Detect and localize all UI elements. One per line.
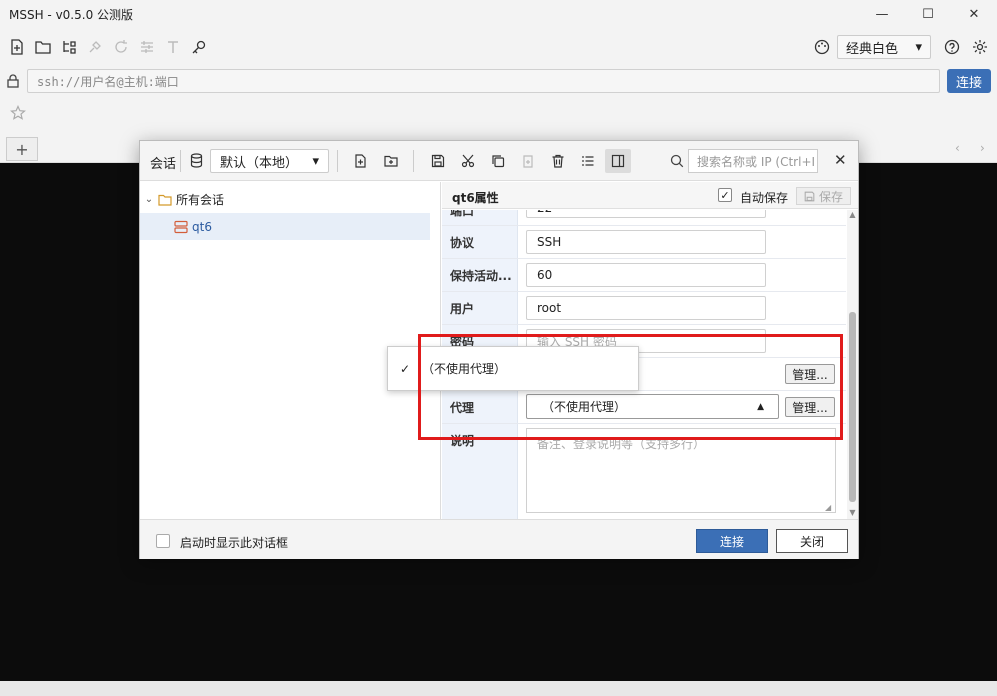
note-textarea[interactable]: 备注、登录说明等（支持多行） bbox=[526, 428, 836, 513]
minimize-button[interactable]: — bbox=[859, 0, 905, 28]
window-controls: — ☐ ✕ bbox=[859, 0, 997, 28]
autosave-label: 自动保存 bbox=[740, 191, 789, 205]
save-button: 保存 bbox=[796, 187, 851, 205]
properties-title: qt6属性 bbox=[452, 191, 499, 205]
connect-button[interactable]: 连接 bbox=[947, 69, 991, 93]
proxy-manage-button[interactable]: 管理... bbox=[785, 397, 835, 417]
chevron-down-icon: ▾ bbox=[915, 39, 922, 55]
server-icon bbox=[174, 220, 188, 234]
dialog-title: 会话 bbox=[150, 157, 177, 172]
maximize-button[interactable]: ☐ bbox=[905, 0, 951, 28]
proxy-dropdown-menu: ✓ （不使用代理） bbox=[387, 346, 639, 391]
add-tab-button[interactable]: + bbox=[6, 137, 38, 161]
label-keepalive: 保持活动... bbox=[450, 269, 512, 283]
window-title: MSSH - v0.5.0 公测版 bbox=[9, 7, 134, 22]
theme-select[interactable]: 经典白色 ▾ bbox=[837, 35, 931, 59]
dialog-connect-button[interactable]: 连接 bbox=[696, 529, 768, 553]
split-view-icon[interactable] bbox=[605, 149, 631, 173]
properties-header: qt6属性 ✓ 自动保存 保存 bbox=[442, 182, 858, 209]
scroll-down-icon[interactable]: ▼ bbox=[847, 508, 858, 517]
new-session-icon[interactable] bbox=[352, 152, 370, 170]
properties-scrollbar[interactable]: ▲ ▼ bbox=[847, 210, 858, 519]
cut-icon[interactable] bbox=[459, 152, 477, 170]
proxy-option-none[interactable]: （不使用代理） bbox=[422, 360, 506, 377]
tree-icon[interactable] bbox=[56, 34, 82, 60]
save-button-label: 保存 bbox=[818, 189, 843, 204]
help-icon[interactable] bbox=[939, 34, 965, 60]
tree-root-label: 所有会话 bbox=[176, 193, 225, 207]
favorites-bar bbox=[10, 105, 26, 124]
dialog-footer: 启动时显示此对话框 连接 关闭 bbox=[140, 519, 858, 559]
main-toolbar: 经典白色 ▾ bbox=[0, 33, 997, 61]
proxy-select-value: （不使用代理） bbox=[542, 400, 627, 414]
address-bar: ssh://用户名@主机:端口 连接 bbox=[0, 69, 997, 95]
key-manage-button[interactable]: 管理... bbox=[785, 364, 835, 384]
tab-next-icon[interactable]: › bbox=[980, 141, 985, 155]
title-bar: MSSH - v0.5.0 公测版 — ☐ ✕ bbox=[0, 0, 997, 28]
resize-grip-icon[interactable]: ◢ bbox=[825, 503, 831, 512]
autosave-checkbox[interactable]: ✓ bbox=[718, 188, 732, 202]
keepalive-input[interactable]: 60 bbox=[526, 263, 766, 287]
lock-icon bbox=[6, 73, 20, 92]
dialog-close-icon[interactable]: ✕ bbox=[834, 151, 847, 169]
tab-prev-icon[interactable]: ‹ bbox=[955, 141, 960, 155]
copy-icon[interactable] bbox=[489, 152, 507, 170]
search-icon bbox=[670, 154, 684, 171]
chevron-up-icon: ▲ bbox=[757, 401, 764, 412]
startup-checkbox[interactable] bbox=[156, 534, 170, 548]
database-icon bbox=[190, 153, 203, 171]
plug-icon bbox=[82, 34, 108, 60]
port-input[interactable]: 22 bbox=[526, 210, 766, 218]
scroll-up-icon[interactable]: ▲ bbox=[847, 210, 858, 219]
new-file-icon[interactable] bbox=[4, 34, 30, 60]
theme-select-value: 经典白色 bbox=[846, 41, 899, 57]
label-port: 端口 bbox=[450, 210, 475, 218]
folder-icon bbox=[158, 194, 172, 206]
user-input[interactable]: root bbox=[526, 296, 766, 320]
startup-label: 启动时显示此对话框 bbox=[180, 536, 289, 550]
label-protocol: 协议 bbox=[450, 236, 475, 250]
dialog-close-button[interactable]: 关闭 bbox=[776, 529, 848, 553]
chevron-down-icon: ▾ bbox=[312, 153, 319, 169]
new-folder-icon[interactable] bbox=[382, 152, 400, 170]
dialog-header: 会话 默认（本地） ▾ 搜索名称或 IP (Ctrl+I ✕ bbox=[140, 141, 858, 181]
divider bbox=[180, 150, 181, 172]
address-input[interactable]: ssh://用户名@主机:端口 bbox=[27, 69, 940, 93]
protocol-select[interactable]: SSH bbox=[526, 230, 766, 254]
divider bbox=[413, 150, 414, 172]
tree-item-qt6[interactable]: qt6 bbox=[140, 213, 430, 240]
storage-select-value: 默认（本地） bbox=[220, 155, 299, 171]
sliders-icon bbox=[134, 34, 160, 60]
scrollbar-thumb[interactable] bbox=[849, 312, 856, 502]
palette-icon[interactable] bbox=[809, 34, 835, 60]
paste-icon bbox=[519, 152, 537, 170]
refresh-icon bbox=[108, 34, 134, 60]
divider bbox=[337, 150, 338, 172]
star-icon[interactable] bbox=[10, 105, 26, 124]
list-icon[interactable] bbox=[579, 152, 597, 170]
gear-icon[interactable] bbox=[967, 34, 993, 60]
tree-item-label: qt6 bbox=[192, 219, 212, 234]
text-icon bbox=[160, 34, 186, 60]
close-button[interactable]: ✕ bbox=[951, 0, 997, 28]
delete-icon[interactable] bbox=[549, 152, 567, 170]
chevron-down-icon[interactable]: ⌄ bbox=[140, 194, 158, 205]
save-icon bbox=[804, 191, 815, 201]
save-icon[interactable] bbox=[429, 152, 447, 170]
session-search-input[interactable]: 搜索名称或 IP (Ctrl+I bbox=[688, 149, 818, 173]
label-user: 用户 bbox=[450, 302, 475, 316]
label-proxy: 代理 bbox=[450, 401, 475, 415]
tree-root-all-sessions[interactable]: ⌄ 所有会话 bbox=[140, 186, 430, 213]
proxy-select[interactable]: （不使用代理） ▲ bbox=[526, 394, 779, 419]
open-folder-icon[interactable] bbox=[30, 34, 56, 60]
checkmark-icon: ✓ bbox=[399, 361, 411, 376]
storage-select[interactable]: 默认（本地） ▾ bbox=[210, 149, 329, 173]
label-note: 说明 bbox=[450, 434, 475, 448]
status-bar bbox=[0, 681, 997, 696]
key-icon[interactable] bbox=[186, 34, 212, 60]
